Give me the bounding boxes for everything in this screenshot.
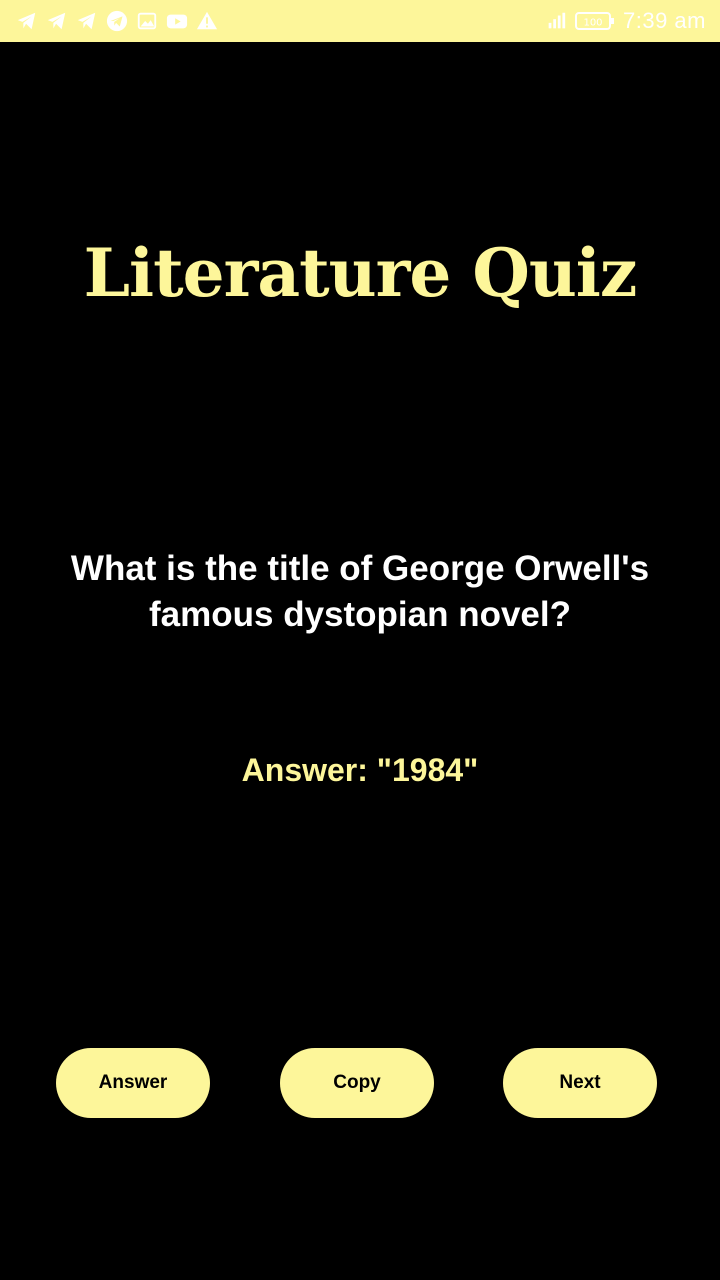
telegram-circle-icon [106, 10, 128, 32]
image-icon [136, 10, 158, 32]
answer-text: Answer: "1984" [241, 752, 479, 788]
next-button[interactable]: Next [503, 1048, 657, 1118]
copy-button[interactable]: Copy [280, 1048, 434, 1118]
page-title: Literature Quiz [83, 234, 638, 312]
answer-button[interactable]: Answer [56, 1048, 210, 1118]
telegram-icon [46, 10, 68, 32]
clock: 7:39 am [623, 8, 706, 33]
telegram-icon [16, 10, 38, 32]
youtube-icon [166, 10, 188, 32]
battery-level: 100 [583, 18, 602, 29]
warning-icon [196, 10, 218, 32]
signal-icon [545, 10, 567, 32]
status-bar: 100 7:39 am [0, 0, 720, 42]
system-status: 100 7:39 am [545, 8, 706, 34]
question-text: What is the title of George Orwell's fam… [70, 549, 650, 634]
notification-icons [16, 10, 218, 32]
battery-icon: 100 [575, 10, 615, 32]
telegram-icon [76, 10, 98, 32]
